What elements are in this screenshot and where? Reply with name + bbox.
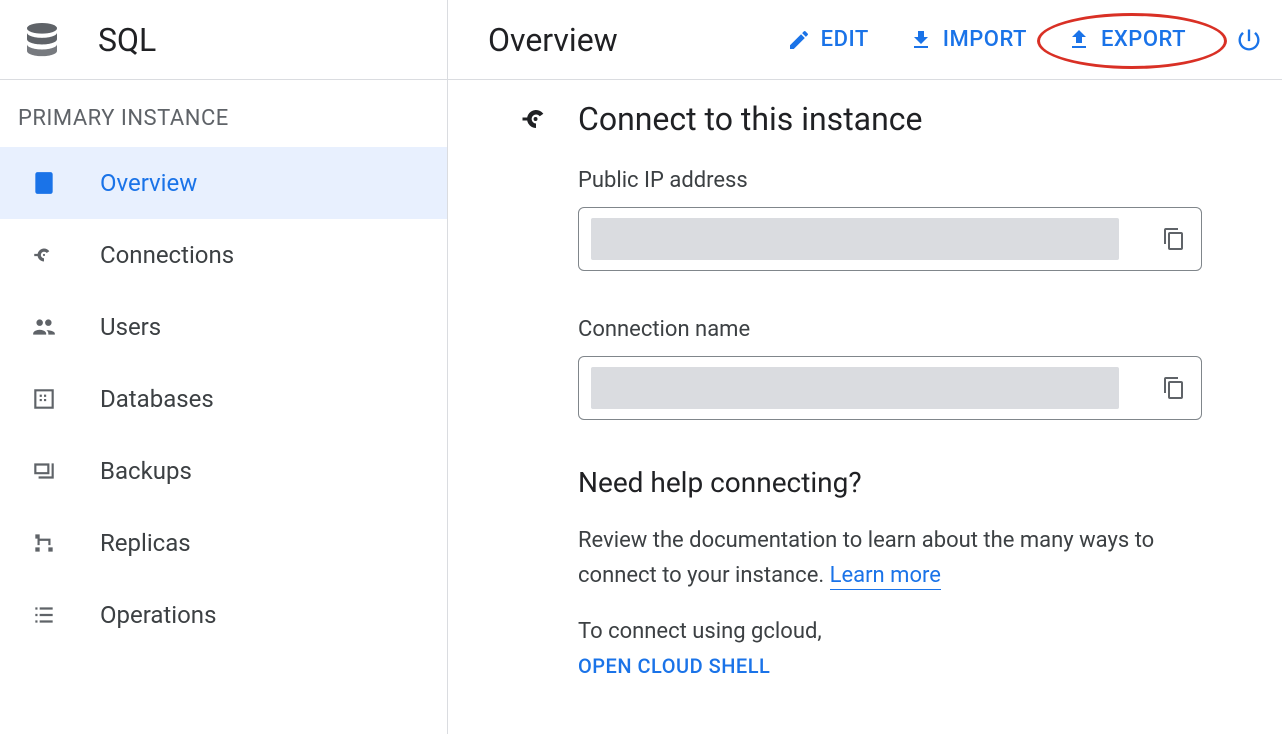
main: Overview EDIT IMPORT EXPORT	[448, 0, 1282, 734]
copy-icon	[1162, 227, 1186, 251]
power-button[interactable]	[1234, 25, 1264, 55]
product-title: SQL	[98, 21, 156, 59]
export-button[interactable]: EXPORT	[1067, 27, 1186, 52]
sidebar-item-users[interactable]: Users	[0, 291, 447, 363]
page-title: Overview	[488, 21, 618, 59]
copy-connection-name-button[interactable]	[1161, 375, 1187, 401]
help-text: Review the documentation to learn about …	[578, 523, 1218, 593]
field-label: Connection name	[578, 317, 1282, 342]
topbar: Overview EDIT IMPORT EXPORT	[448, 0, 1282, 80]
action-label: EDIT	[821, 27, 869, 52]
power-icon	[1235, 26, 1263, 54]
sidebar-item-databases[interactable]: Databases	[0, 363, 447, 435]
replicas-icon	[30, 529, 58, 557]
sidebar-item-label: Users	[100, 313, 161, 341]
sidebar-nav: Overview Connections Users Databases	[0, 147, 447, 651]
sidebar-item-backups[interactable]: Backups	[0, 435, 447, 507]
sql-logo-icon	[22, 20, 62, 60]
sidebar-item-label: Databases	[100, 385, 214, 413]
open-cloud-shell-link[interactable]: OPEN CLOUD SHELL	[578, 654, 770, 678]
databases-icon	[30, 385, 58, 413]
sidebar-item-connections[interactable]: Connections	[0, 219, 447, 291]
card-title: Connect to this instance	[578, 100, 922, 138]
public-ip-field: Public IP address	[578, 168, 1282, 271]
backups-icon	[30, 457, 58, 485]
sidebar-item-label: Connections	[100, 241, 234, 269]
connections-icon	[30, 241, 58, 269]
sidebar-section-label: PRIMARY INSTANCE	[0, 80, 447, 147]
content: Connect to this instance Public IP addre…	[448, 80, 1282, 734]
operations-icon	[30, 601, 58, 629]
connection-name-value-box	[578, 356, 1202, 420]
import-button[interactable]: IMPORT	[909, 27, 1027, 52]
connection-name-field: Connection name	[578, 317, 1282, 420]
edit-icon	[787, 28, 811, 52]
action-label: EXPORT	[1101, 27, 1186, 52]
public-ip-value	[591, 218, 1119, 260]
export-icon	[1067, 28, 1091, 52]
public-ip-value-box	[578, 207, 1202, 271]
connect-card: Connect to this instance Public IP addre…	[518, 96, 1282, 678]
learn-more-link[interactable]: Learn more	[830, 563, 941, 590]
sidebar-item-label: Overview	[100, 169, 197, 197]
overview-icon	[30, 169, 58, 197]
sidebar-item-overview[interactable]: Overview	[0, 147, 447, 219]
sidebar-header: SQL	[0, 0, 447, 80]
field-label: Public IP address	[578, 168, 1282, 193]
copy-public-ip-button[interactable]	[1161, 226, 1187, 252]
card-header: Connect to this instance	[518, 100, 1282, 138]
connection-name-value	[591, 367, 1119, 409]
sidebar: SQL PRIMARY INSTANCE Overview Connection…	[0, 0, 448, 734]
sidebar-item-label: Operations	[100, 601, 216, 629]
sidebar-item-replicas[interactable]: Replicas	[0, 507, 447, 579]
gcloud-text: To connect using gcloud,	[578, 619, 1282, 644]
action-label: IMPORT	[943, 27, 1027, 52]
copy-icon	[1162, 376, 1186, 400]
help-title: Need help connecting?	[578, 466, 1282, 499]
sidebar-item-label: Backups	[100, 457, 192, 485]
edit-button[interactable]: EDIT	[787, 27, 869, 52]
users-icon	[30, 313, 58, 341]
help-section: Need help connecting? Review the documen…	[578, 466, 1282, 678]
sidebar-item-operations[interactable]: Operations	[0, 579, 447, 651]
connect-icon	[518, 101, 554, 137]
sidebar-item-label: Replicas	[100, 529, 191, 557]
import-icon	[909, 28, 933, 52]
